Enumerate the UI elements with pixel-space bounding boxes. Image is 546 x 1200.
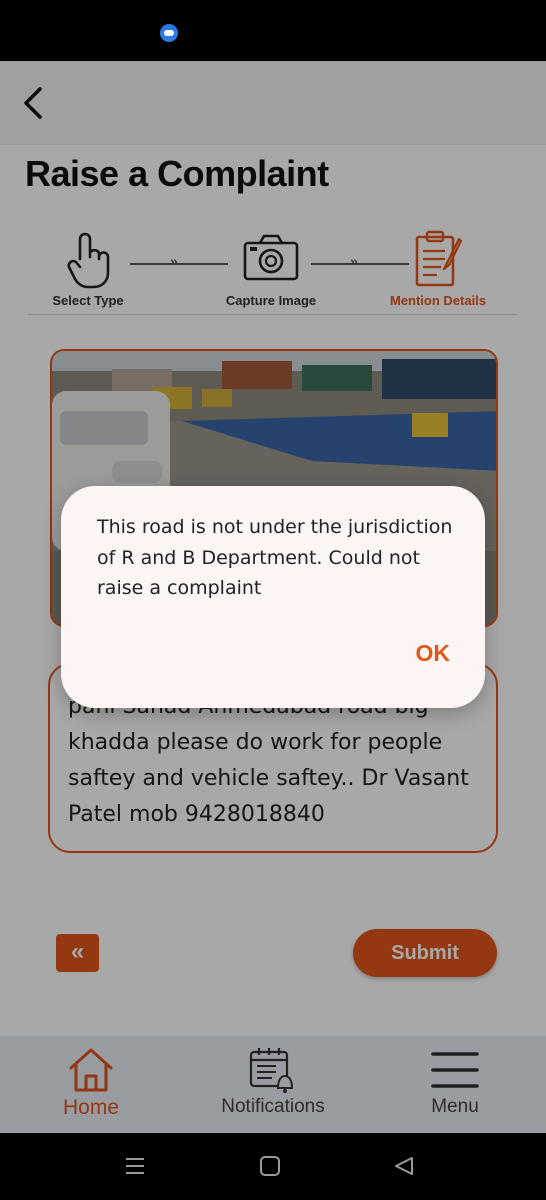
status-bar xyxy=(0,0,546,61)
home-system-button[interactable] xyxy=(259,1155,281,1182)
square-home-icon xyxy=(260,1156,280,1176)
system-nav-bar xyxy=(0,1133,546,1200)
recent-apps-icon xyxy=(126,1158,144,1174)
weather-cloud-icon xyxy=(160,24,178,42)
dialog-message: This road is not under the jurisdiction … xyxy=(97,516,453,599)
back-system-button[interactable] xyxy=(393,1155,415,1182)
ok-button[interactable]: OK xyxy=(416,640,451,667)
alert-dialog: This road is not under the jurisdiction … xyxy=(61,486,485,708)
triangle-back-icon xyxy=(395,1157,413,1175)
recent-apps-button[interactable] xyxy=(124,1155,146,1182)
